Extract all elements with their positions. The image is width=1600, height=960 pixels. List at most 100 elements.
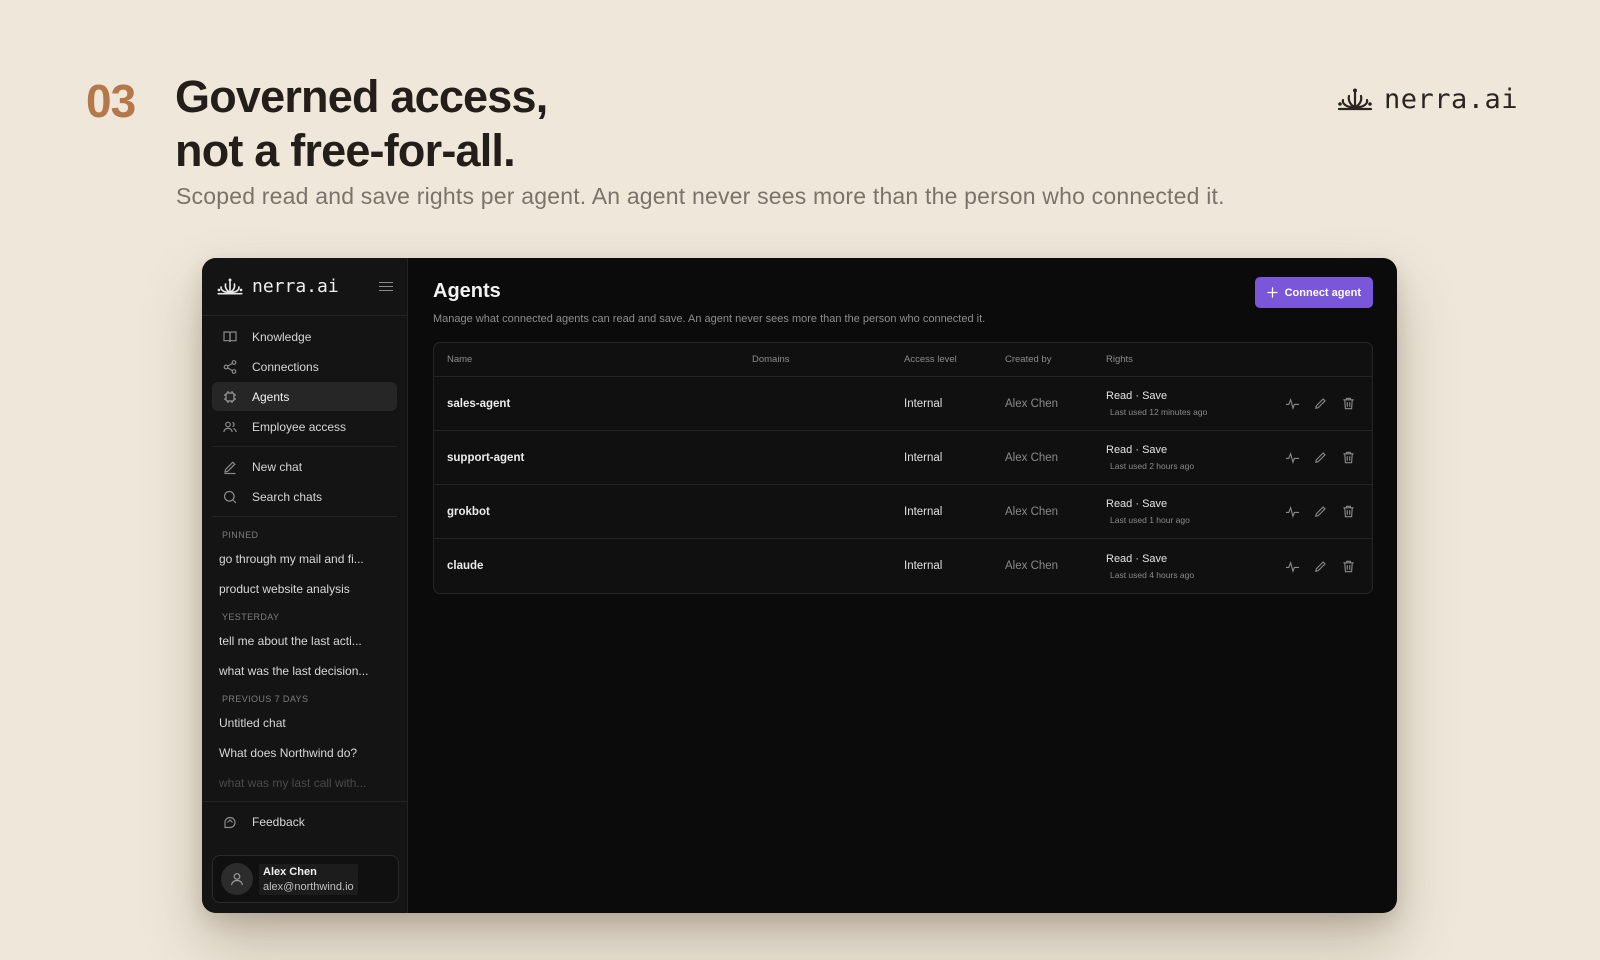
brand-wordmark: nerra.ai	[1384, 84, 1519, 115]
agent-created-by: Alex Chen	[1005, 560, 1059, 572]
step-number: 03	[86, 75, 136, 127]
page-title: Agents	[433, 280, 501, 302]
agent-rights: Read · Save Last used 2 hours ago	[1106, 444, 1266, 471]
row-actions	[1284, 504, 1356, 520]
agent-access-level: Internal	[904, 505, 943, 518]
agent-name: grokbot	[447, 505, 490, 518]
trash-icon[interactable]	[1340, 450, 1356, 466]
search-icon	[223, 490, 237, 503]
table-row[interactable]: claude Internal Alex Chen Read · Save La…	[434, 539, 1372, 593]
share-icon	[223, 359, 237, 374]
table-row[interactable]: sales-agent Internal Alex Chen Read · Sa…	[434, 377, 1372, 431]
feedback-label: Feedback	[252, 814, 305, 829]
feedback-button[interactable]: Feedback	[202, 801, 407, 841]
agent-created-by: Alex Chen	[1005, 451, 1059, 464]
agent-name: claude	[447, 560, 484, 572]
activity-icon[interactable]	[1284, 450, 1300, 466]
rights-value: Read · Save	[1106, 552, 1168, 565]
activity-icon[interactable]	[1284, 504, 1300, 520]
agent-access-level: Internal	[904, 451, 943, 464]
table-row[interactable]: grokbot Internal Alex Chen Read · Save L…	[434, 485, 1372, 539]
chat-item[interactable]: Untitled chat	[202, 708, 407, 738]
table-header: Name Domains Access level Created by Rig…	[434, 343, 1372, 377]
feedback-icon	[224, 816, 236, 828]
agent-access-level: Internal	[904, 397, 943, 410]
last-used: Last used 4 hours ago	[1110, 569, 1195, 580]
agent-name: sales-agent	[447, 397, 511, 410]
column-header-name[interactable]: Name	[434, 354, 752, 365]
column-header-access-level[interactable]: Access level	[904, 354, 1005, 365]
sidebar-item-employee-access[interactable]: Employee access	[212, 412, 397, 441]
chat-item[interactable]: product website analysis	[202, 574, 407, 604]
sidebar-item-label: Connections	[252, 359, 319, 374]
hamburger-menu-icon[interactable]	[379, 281, 393, 292]
lotus-logo-icon	[1337, 88, 1373, 110]
page-description: Manage what connected agents can read an…	[433, 313, 986, 325]
trash-icon[interactable]	[1340, 396, 1356, 412]
avatar	[221, 863, 253, 895]
agent-name: support-agent	[447, 451, 525, 464]
row-actions	[1284, 450, 1356, 466]
edit-icon[interactable]	[1312, 396, 1328, 412]
sidebar-item-label: Agents	[252, 389, 290, 404]
activity-icon[interactable]	[1284, 558, 1300, 574]
chat-item[interactable]: go through my mail and fi...	[202, 544, 407, 574]
activity-icon[interactable]	[1284, 396, 1300, 412]
user-name: Alex Chen	[263, 865, 317, 878]
headline-line-1: Governed access,	[175, 71, 548, 122]
headline: Governed access, not a free-for-all.	[175, 70, 548, 178]
connect-agent-label: Connect agent	[1284, 286, 1361, 299]
lotus-logo-icon	[217, 278, 243, 294]
edit-icon[interactable]	[1312, 504, 1328, 520]
user-email: alex@northwind.io	[263, 880, 354, 893]
column-header-created-by[interactable]: Created by	[1005, 354, 1106, 365]
sidebar-nav: Knowledge Connections Agents Employee ac…	[202, 316, 407, 517]
app-window: nerra.ai Knowledge Connections Agents Em…	[202, 258, 1397, 913]
chat-item[interactable]: what was my last call with...	[202, 768, 407, 798]
chat-item[interactable]: what was the last decision...	[202, 656, 407, 686]
rights-value: Read · Save	[1106, 444, 1168, 456]
agent-rights: Read · Save Last used 12 minutes ago	[1106, 390, 1266, 417]
edit-icon[interactable]	[1312, 450, 1328, 466]
column-header-rights[interactable]: Rights	[1106, 354, 1266, 365]
row-actions	[1284, 396, 1356, 412]
edit-icon[interactable]	[1312, 558, 1328, 574]
rights-value: Read · Save	[1106, 498, 1168, 510]
chat-item[interactable]: tell me about the last acti...	[202, 626, 407, 656]
search-chats-label: Search chats	[252, 489, 323, 504]
agent-created-by: Alex Chen	[1005, 397, 1059, 410]
users-icon	[223, 421, 237, 432]
user-profile[interactable]: Alex Chen alex@northwind.io	[212, 855, 399, 903]
divider	[212, 516, 397, 517]
connect-agent-button[interactable]: Connect agent	[1254, 277, 1373, 308]
chat-history: PINNED go through my mail and fi... prod…	[202, 522, 407, 798]
book-icon	[223, 330, 237, 342]
rights-value: Read · Save	[1106, 390, 1168, 402]
last-used: Last used 12 minutes ago	[1110, 407, 1208, 417]
divider	[212, 446, 397, 447]
section-label-pinned: PINNED	[222, 530, 259, 540]
table-row[interactable]: support-agent Internal Alex Chen Read · …	[434, 431, 1372, 485]
last-used: Last used 2 hours ago	[1110, 461, 1195, 471]
pencil-icon	[224, 460, 236, 474]
last-used: Last used 1 hour ago	[1110, 515, 1190, 525]
sidebar-item-agents[interactable]: Agents	[212, 382, 397, 411]
main-panel: Agents Manage what connected agents can …	[408, 258, 1397, 913]
search-chats-button[interactable]: Search chats	[212, 482, 397, 511]
section-label-yesterday: YESTERDAY	[222, 612, 280, 622]
sidebar-footer: Feedback Alex Chen alex@northwind.io	[202, 801, 407, 913]
row-actions	[1284, 558, 1356, 574]
section-label-previous-7-days: PREVIOUS 7 DAYS	[222, 694, 309, 704]
agents-table: Name Domains Access level Created by Rig…	[433, 342, 1373, 594]
agent-rights: Read · Save Last used 4 hours ago	[1106, 553, 1266, 580]
brand-logo: nerra.ai	[1336, 84, 1518, 115]
column-header-domains[interactable]: Domains	[752, 354, 904, 365]
headline-line-2: not a free-for-all.	[175, 125, 516, 176]
new-chat-button[interactable]: New chat	[212, 452, 397, 481]
sidebar-item-knowledge[interactable]: Knowledge	[212, 322, 397, 351]
chat-item[interactable]: What does Northwind do?	[202, 738, 407, 768]
trash-icon[interactable]	[1340, 558, 1356, 574]
trash-icon[interactable]	[1340, 504, 1356, 520]
sidebar-item-connections[interactable]: Connections	[212, 352, 397, 381]
chip-icon	[224, 390, 236, 403]
